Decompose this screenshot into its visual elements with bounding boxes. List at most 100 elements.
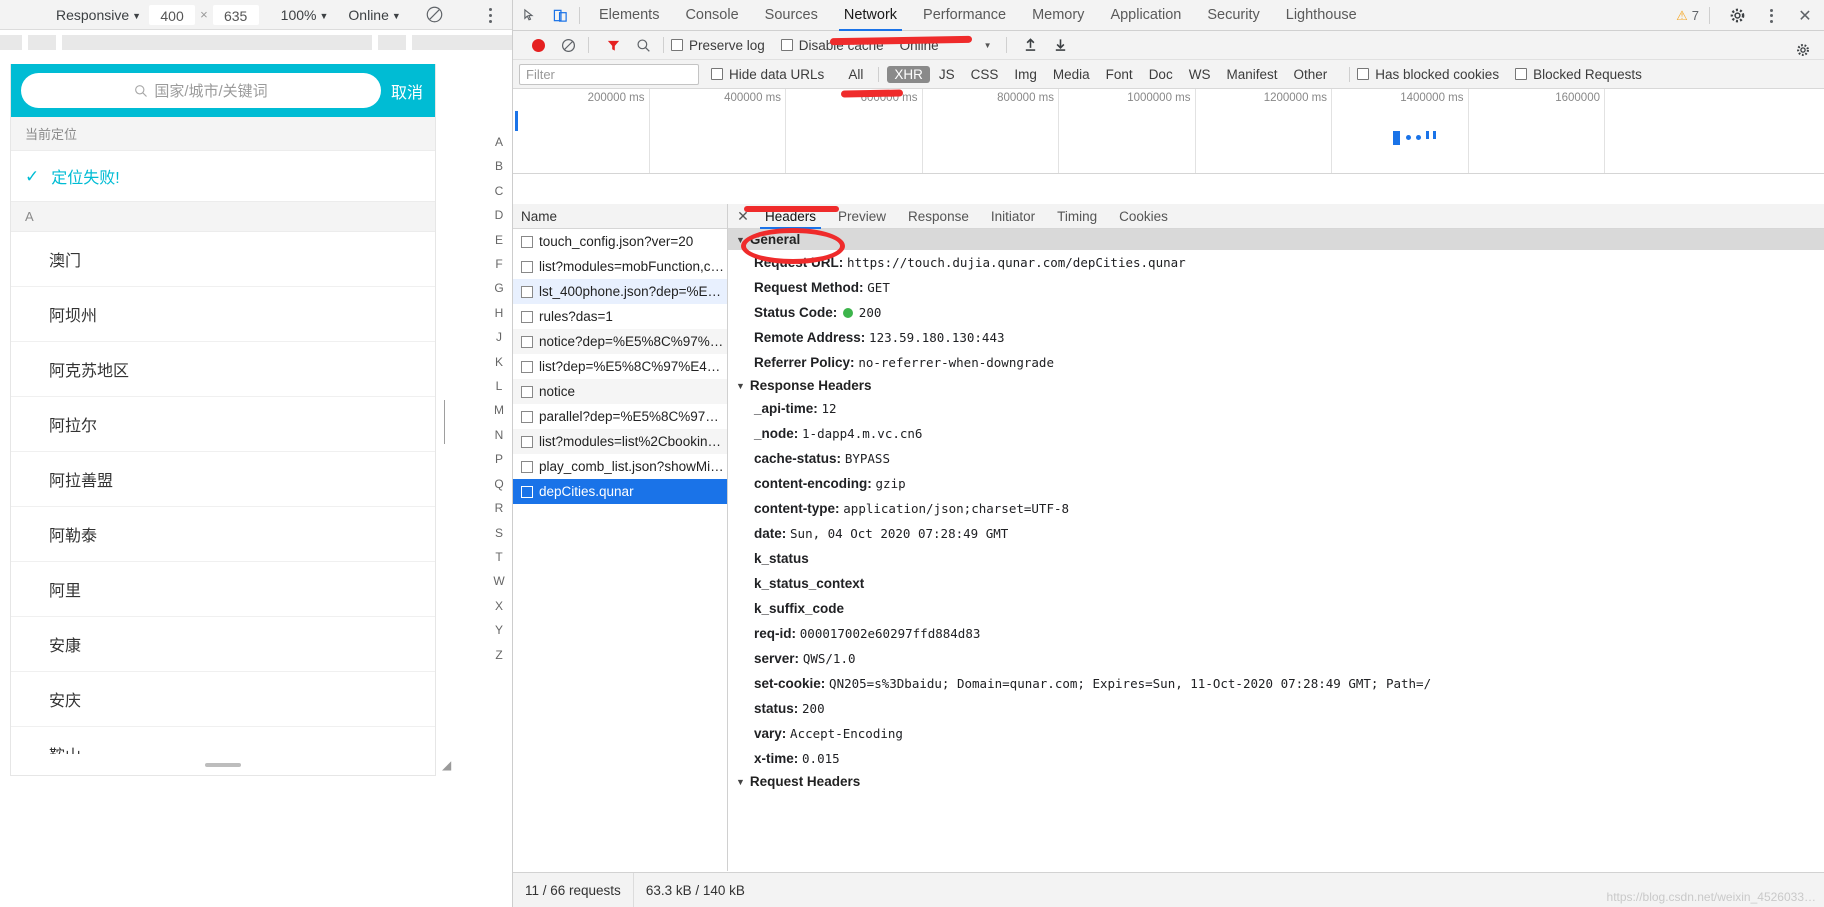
- alphabet-index-f[interactable]: F: [495, 252, 502, 276]
- cancel-button[interactable]: 取消: [389, 79, 425, 103]
- tab-lighthouse[interactable]: Lighthouse: [1273, 0, 1370, 31]
- has-blocked-cookies-checkbox[interactable]: Has blocked cookies: [1357, 67, 1499, 82]
- request-row[interactable]: parallel?dep=%E5%8C%97%E…: [513, 404, 727, 429]
- hide-data-urls-checkbox[interactable]: Hide data URLs: [711, 67, 824, 82]
- request-headers-section-header[interactable]: ▼ Request Headers: [728, 771, 1824, 792]
- alphabet-index-r[interactable]: R: [495, 496, 504, 520]
- request-row[interactable]: lst_400phone.json?dep=%E5%…: [513, 279, 727, 304]
- detail-tab-initiator[interactable]: Initiator: [980, 204, 1046, 229]
- warning-badge[interactable]: ⚠ 7: [1676, 8, 1699, 24]
- network-throttle-select[interactable]: Online ▼: [342, 7, 406, 23]
- detail-tab-timing[interactable]: Timing: [1046, 204, 1108, 229]
- city-list-item[interactable]: 阿拉善盟: [11, 452, 435, 507]
- zoom-select[interactable]: 100% ▼: [275, 7, 335, 23]
- device-select[interactable]: Responsive ▼: [50, 7, 147, 23]
- alphabet-index-t[interactable]: T: [495, 545, 502, 569]
- alphabet-index-g[interactable]: G: [494, 276, 503, 300]
- viewport-width-input[interactable]: 400: [149, 4, 196, 25]
- toggle-device-toolbar-icon[interactable]: [547, 2, 573, 28]
- city-list-item[interactable]: 安庆: [11, 672, 435, 727]
- city-list-item[interactable]: 鞍山: [11, 727, 435, 754]
- more-options-icon[interactable]: [480, 4, 500, 26]
- gear-icon[interactable]: [1724, 3, 1750, 29]
- tab-sources[interactable]: Sources: [752, 0, 831, 31]
- request-row[interactable]: depCities.qunar: [513, 479, 727, 504]
- search-input[interactable]: 国家/城市/关键词: [21, 73, 381, 108]
- search-icon[interactable]: [630, 32, 656, 58]
- alphabet-index-e[interactable]: E: [495, 228, 503, 252]
- alphabet-index-s[interactable]: S: [495, 521, 503, 545]
- tab-performance[interactable]: Performance: [910, 0, 1019, 31]
- alphabet-index-p[interactable]: P: [495, 447, 503, 471]
- settings-gear-icon[interactable]: [1790, 37, 1816, 63]
- network-overview-timeline[interactable]: 200000 ms 400000 ms 600000 ms 800000 ms 1000…: [513, 89, 1824, 174]
- request-row[interactable]: touch_config.json?ver=20: [513, 229, 727, 254]
- alphabet-index-j[interactable]: J: [496, 325, 502, 349]
- tab-elements[interactable]: Elements: [586, 0, 672, 31]
- alphabet-index-x[interactable]: X: [495, 594, 503, 618]
- city-list-item[interactable]: 阿克苏地区: [11, 342, 435, 397]
- tab-application[interactable]: Application: [1097, 0, 1194, 31]
- rotate-icon[interactable]: [425, 5, 445, 25]
- alphabet-index-y[interactable]: Y: [495, 618, 503, 642]
- tab-security[interactable]: Security: [1194, 0, 1272, 31]
- filter-type-manifest[interactable]: Manifest: [1219, 66, 1284, 83]
- detail-tab-response[interactable]: Response: [897, 204, 980, 229]
- request-row[interactable]: list?modules=list%2Cbookingl…: [513, 429, 727, 454]
- more-vertical-icon[interactable]: [1758, 3, 1784, 29]
- alphabet-index-k[interactable]: K: [495, 350, 503, 374]
- request-row[interactable]: play_comb_list.json?showMinL…: [513, 454, 727, 479]
- city-list-item[interactable]: 阿里: [11, 562, 435, 617]
- resize-corner-icon[interactable]: ◢: [442, 758, 451, 772]
- detail-tab-cookies[interactable]: Cookies: [1108, 204, 1179, 229]
- filter-type-ws[interactable]: WS: [1182, 66, 1218, 83]
- alphabet-index-z[interactable]: Z: [495, 643, 502, 667]
- export-har-icon[interactable]: [1048, 32, 1074, 58]
- request-row[interactable]: notice?dep=%E5%8C%97%E4…: [513, 329, 727, 354]
- response-headers-section-header[interactable]: ▼ Response Headers: [728, 375, 1824, 396]
- alphabet-index-a[interactable]: A: [495, 130, 503, 154]
- request-row[interactable]: rules?das=1: [513, 304, 727, 329]
- name-column-header[interactable]: Name: [513, 204, 727, 229]
- pane-splitter-handle[interactable]: [444, 400, 449, 444]
- alphabet-index-d[interactable]: D: [495, 203, 504, 227]
- alphabet-index-n[interactable]: N: [495, 423, 504, 447]
- blocked-requests-checkbox[interactable]: Blocked Requests: [1515, 67, 1642, 82]
- general-section-header[interactable]: ▼ General: [728, 229, 1824, 250]
- preserve-log-checkbox[interactable]: Preserve log: [671, 38, 765, 53]
- filter-type-xhr[interactable]: XHR: [887, 65, 930, 83]
- filter-type-js[interactable]: JS: [932, 66, 962, 83]
- alphabet-index-l[interactable]: L: [496, 374, 503, 398]
- tab-memory[interactable]: Memory: [1019, 0, 1097, 31]
- tab-console[interactable]: Console: [672, 0, 751, 31]
- tab-network[interactable]: Network: [831, 0, 910, 31]
- city-list-item[interactable]: 阿坝州: [11, 287, 435, 342]
- city-list-item[interactable]: 安康: [11, 617, 435, 672]
- filter-funnel-icon[interactable]: [600, 32, 626, 58]
- close-icon[interactable]: ✕: [1792, 3, 1818, 29]
- city-list-item[interactable]: 阿勒泰: [11, 507, 435, 562]
- alphabet-index-w[interactable]: W: [493, 569, 504, 593]
- request-row[interactable]: list?dep=%E5%8C%97%E4%B…: [513, 354, 727, 379]
- filter-type-media[interactable]: Media: [1046, 66, 1097, 83]
- filter-type-css[interactable]: CSS: [964, 66, 1006, 83]
- alphabet-index-h[interactable]: H: [495, 301, 504, 325]
- clear-icon[interactable]: [555, 32, 581, 58]
- city-list-item[interactable]: 澳门: [11, 232, 435, 287]
- alphabet-index-rail[interactable]: ABCDEFGHJKLMNPQRSTWXYZ: [488, 130, 510, 667]
- locate-status-row[interactable]: ✓ 定位失败!: [11, 151, 435, 202]
- filter-input[interactable]: Filter: [519, 63, 699, 85]
- request-row[interactable]: list?modules=mobFunction,co…: [513, 254, 727, 279]
- request-row[interactable]: notice: [513, 379, 727, 404]
- alphabet-index-c[interactable]: C: [495, 179, 504, 203]
- city-list-item[interactable]: 阿拉尔: [11, 397, 435, 452]
- filter-type-all[interactable]: All: [841, 66, 870, 83]
- inspect-element-icon[interactable]: [517, 2, 543, 28]
- filter-type-font[interactable]: Font: [1099, 66, 1140, 83]
- filter-type-img[interactable]: Img: [1007, 66, 1044, 83]
- record-stop-icon[interactable]: [525, 32, 551, 58]
- import-har-icon[interactable]: [1018, 32, 1044, 58]
- alphabet-index-b[interactable]: B: [495, 154, 503, 178]
- alphabet-index-m[interactable]: M: [494, 398, 504, 422]
- filter-type-other[interactable]: Other: [1286, 66, 1334, 83]
